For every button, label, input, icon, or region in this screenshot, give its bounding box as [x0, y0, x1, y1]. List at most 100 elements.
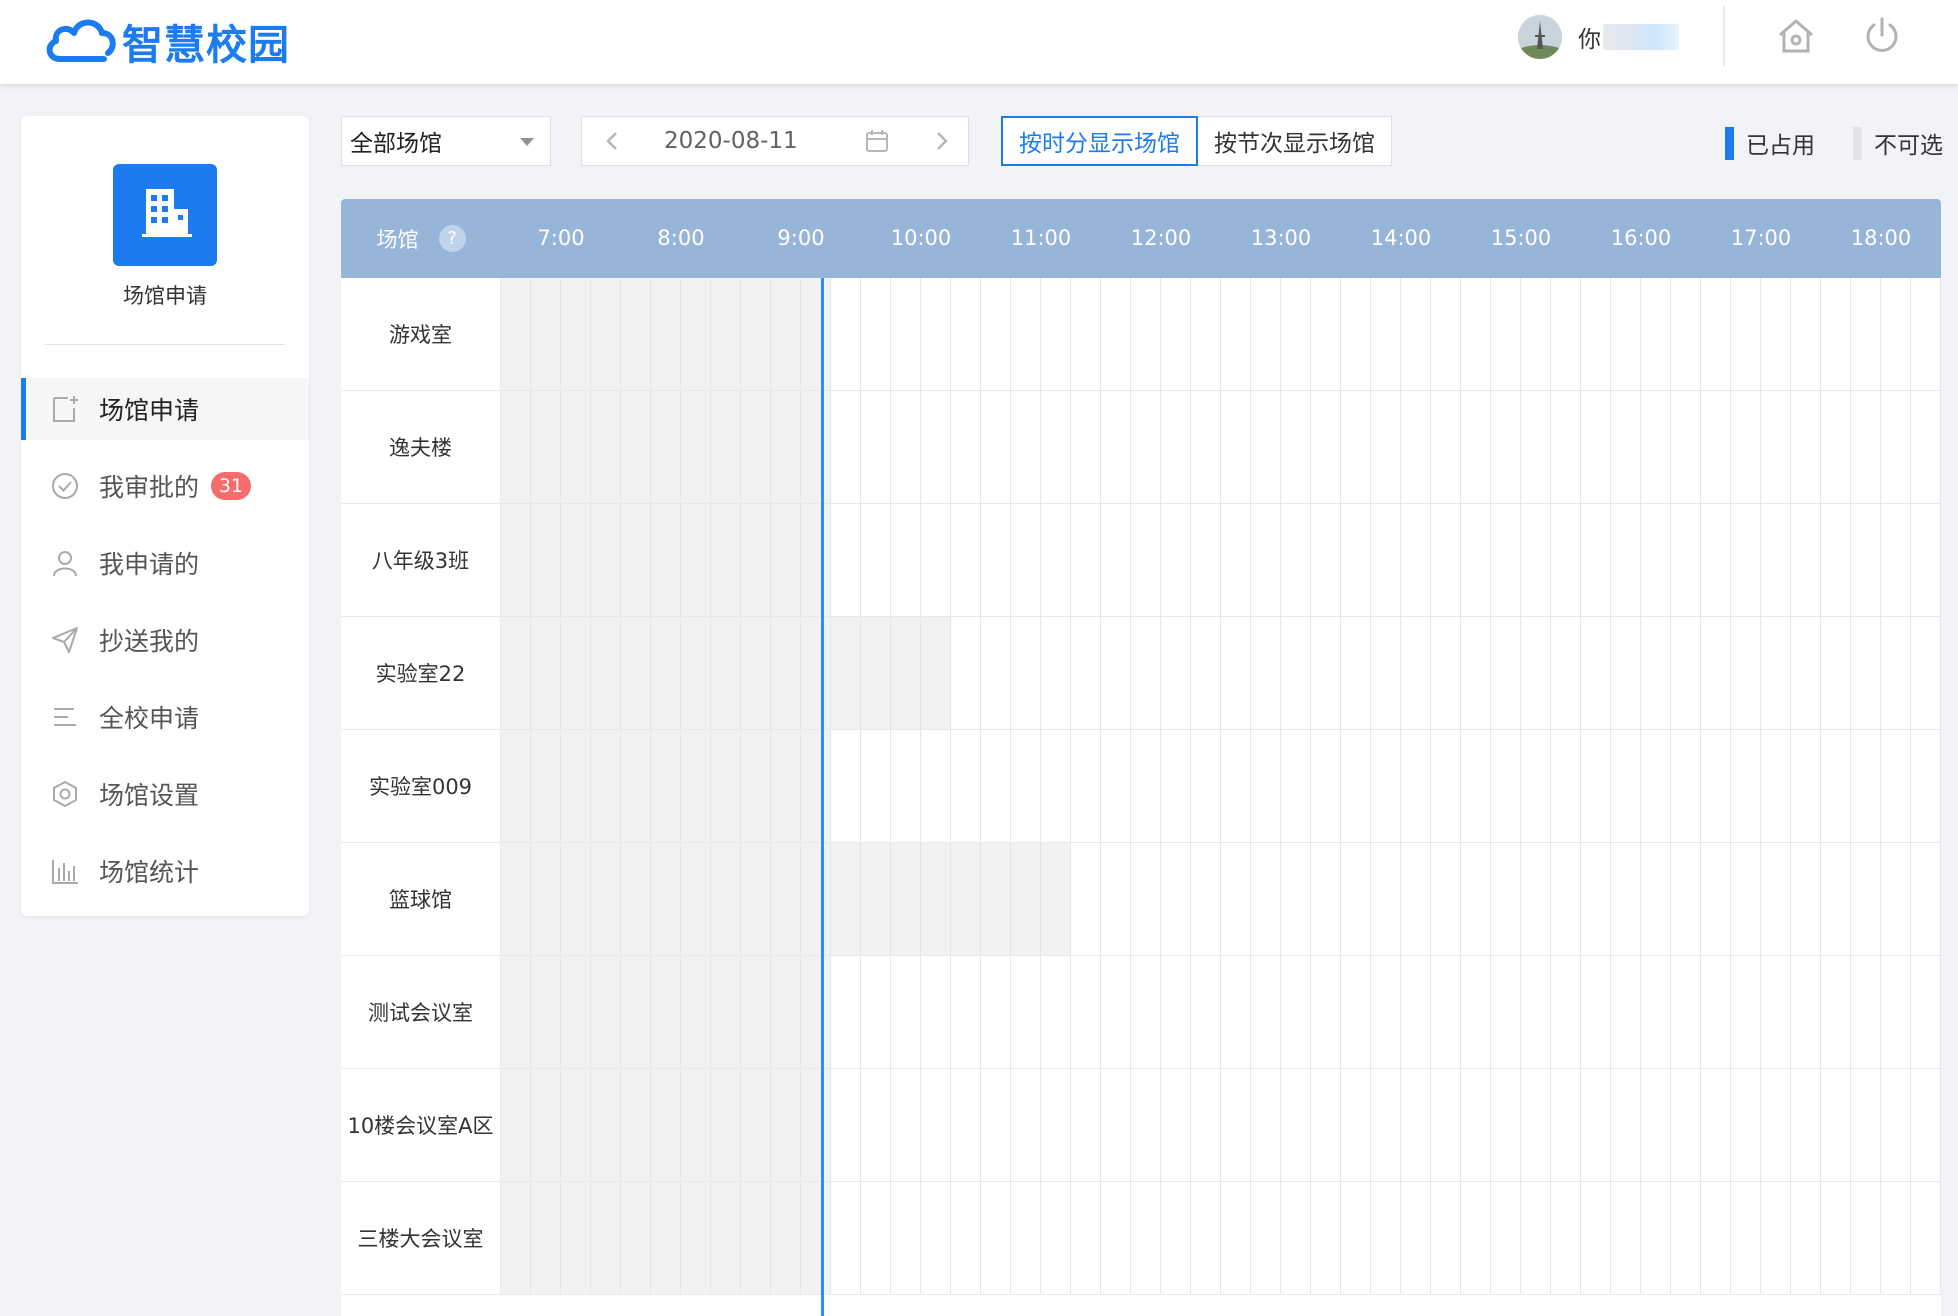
time-slot[interactable] [1161, 843, 1191, 955]
time-slot[interactable] [1461, 504, 1491, 616]
time-slot[interactable] [1251, 730, 1281, 842]
time-slot[interactable] [1881, 1182, 1911, 1294]
time-slot[interactable] [1881, 391, 1911, 503]
time-slot[interactable] [1101, 843, 1131, 955]
view-by-period-button[interactable]: 按节次显示场馆 [1198, 116, 1392, 166]
time-slot[interactable] [1251, 956, 1281, 1068]
time-slot[interactable] [1371, 617, 1401, 729]
time-slot[interactable] [1071, 504, 1101, 616]
time-slot[interactable] [1731, 956, 1761, 1068]
time-slot[interactable] [1341, 391, 1371, 503]
time-slot[interactable] [1521, 1182, 1551, 1294]
time-slot[interactable] [1611, 504, 1641, 616]
time-slot[interactable] [1371, 1182, 1401, 1294]
time-slot[interactable] [1041, 617, 1071, 729]
time-slot[interactable] [921, 730, 951, 842]
time-slot[interactable] [1911, 1069, 1941, 1181]
time-slot[interactable] [951, 1069, 981, 1181]
time-slot[interactable] [1131, 730, 1161, 842]
time-slot[interactable] [1731, 391, 1761, 503]
time-slot[interactable] [1671, 1182, 1701, 1294]
time-slot[interactable] [1521, 391, 1551, 503]
time-slot[interactable] [1551, 956, 1581, 1068]
time-slot[interactable] [1071, 843, 1101, 955]
help-icon[interactable]: ? [438, 225, 466, 252]
time-slot[interactable] [1491, 617, 1521, 729]
time-slot[interactable] [1701, 391, 1731, 503]
time-slot[interactable] [1791, 617, 1821, 729]
time-slot[interactable] [1221, 956, 1251, 1068]
time-slot[interactable] [921, 956, 951, 1068]
time-slot[interactable] [1041, 1182, 1071, 1294]
home-icon[interactable] [1774, 14, 1818, 58]
time-slot[interactable] [1581, 956, 1611, 1068]
time-slot[interactable] [1371, 278, 1401, 390]
time-slot[interactable] [1101, 956, 1131, 1068]
time-slot[interactable] [981, 504, 1011, 616]
time-slot[interactable] [1611, 617, 1641, 729]
time-slot[interactable] [1281, 391, 1311, 503]
time-slot[interactable] [1551, 391, 1581, 503]
time-slot[interactable] [891, 504, 921, 616]
time-slot[interactable] [1401, 391, 1431, 503]
time-slot[interactable] [1761, 617, 1791, 729]
time-slot[interactable] [981, 956, 1011, 1068]
time-slot[interactable] [1431, 391, 1461, 503]
time-slot[interactable] [1371, 391, 1401, 503]
time-slot[interactable] [1821, 278, 1851, 390]
time-slot[interactable] [1191, 617, 1221, 729]
time-slot[interactable] [1191, 730, 1221, 842]
time-slot[interactable] [1581, 843, 1611, 955]
time-slot[interactable] [1251, 504, 1281, 616]
time-slot[interactable] [1851, 1182, 1881, 1294]
time-slot[interactable] [1761, 730, 1791, 842]
power-icon[interactable] [1860, 14, 1904, 58]
time-slot[interactable] [1491, 843, 1521, 955]
time-slot[interactable] [1881, 504, 1911, 616]
time-slot[interactable] [1641, 504, 1671, 616]
time-slot[interactable] [1311, 391, 1341, 503]
time-slot[interactable] [1251, 617, 1281, 729]
time-slot[interactable] [1281, 956, 1311, 1068]
time-slot[interactable] [1701, 617, 1731, 729]
time-slot[interactable] [831, 956, 861, 1068]
time-slot[interactable] [1701, 278, 1731, 390]
time-slot[interactable] [1071, 391, 1101, 503]
time-slot[interactable] [1071, 617, 1101, 729]
time-slot[interactable] [1671, 1069, 1701, 1181]
time-slot[interactable] [1671, 504, 1701, 616]
time-slot[interactable] [1851, 278, 1881, 390]
time-slot[interactable] [1191, 956, 1221, 1068]
time-slot[interactable] [1071, 1069, 1101, 1181]
time-slot[interactable] [1461, 956, 1491, 1068]
time-slot[interactable] [1101, 504, 1131, 616]
time-slot[interactable] [1221, 730, 1251, 842]
time-slot[interactable] [1401, 617, 1431, 729]
time-slot[interactable] [1011, 504, 1041, 616]
time-slot[interactable] [1041, 956, 1071, 1068]
time-slot[interactable] [1461, 1069, 1491, 1181]
time-slot[interactable] [891, 1069, 921, 1181]
time-slot[interactable] [1131, 1182, 1161, 1294]
time-slot[interactable] [891, 278, 921, 390]
time-slot[interactable] [831, 504, 861, 616]
time-slot[interactable] [1731, 278, 1761, 390]
time-slot[interactable] [1581, 278, 1611, 390]
time-slot[interactable] [1101, 1182, 1131, 1294]
time-slot[interactable] [1401, 956, 1431, 1068]
time-slot[interactable] [1401, 1069, 1431, 1181]
time-slot[interactable] [1881, 843, 1911, 955]
time-slot[interactable] [1011, 1182, 1041, 1294]
time-slot[interactable] [1611, 1182, 1641, 1294]
time-slot[interactable] [831, 391, 861, 503]
time-slot[interactable] [1221, 278, 1251, 390]
time-slot[interactable] [1671, 278, 1701, 390]
time-slot[interactable] [1491, 278, 1521, 390]
time-slot[interactable] [861, 504, 891, 616]
time-slot[interactable] [1671, 617, 1701, 729]
time-slot[interactable] [1311, 278, 1341, 390]
time-slot[interactable] [1611, 391, 1641, 503]
time-slot[interactable] [1851, 730, 1881, 842]
time-slot[interactable] [1311, 1182, 1341, 1294]
time-slot[interactable] [831, 730, 861, 842]
